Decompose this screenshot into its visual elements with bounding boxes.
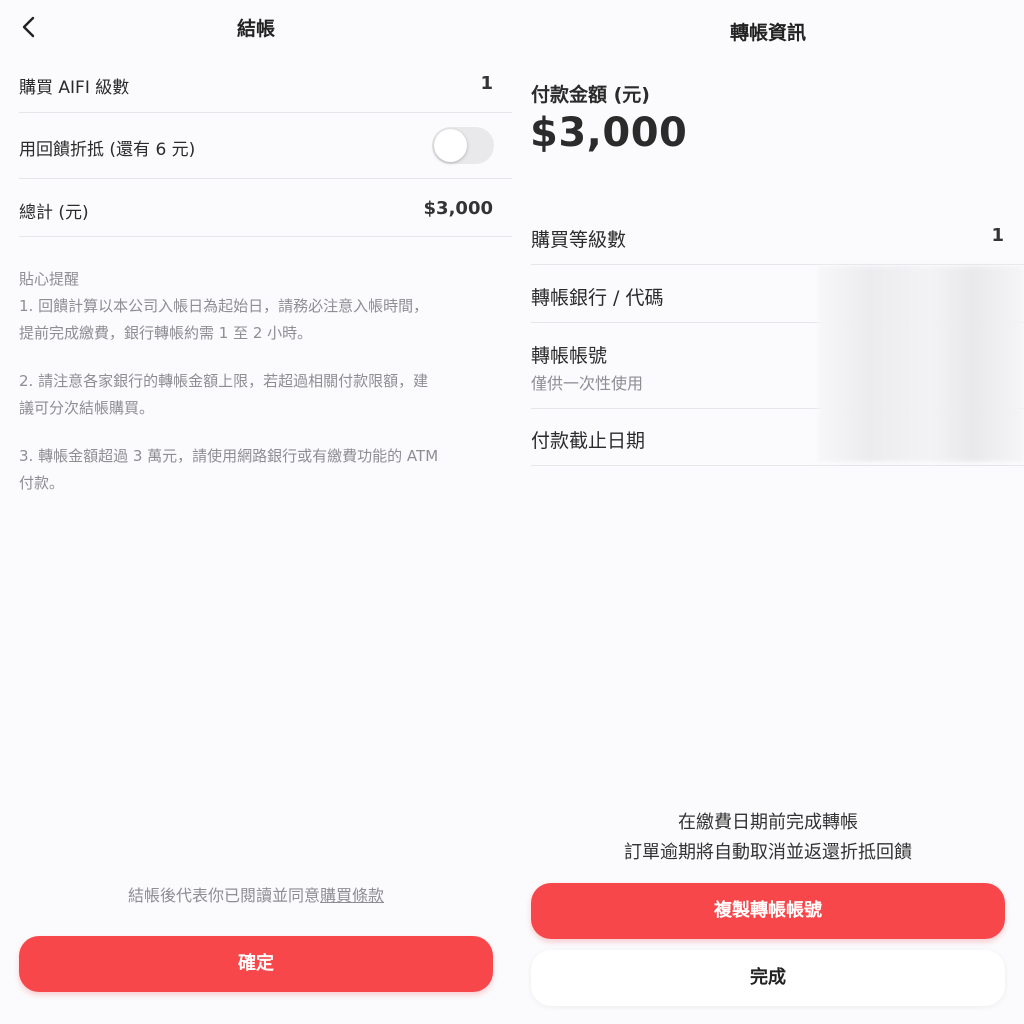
aifi-level-label: 購買 AIFI 級數 — [19, 78, 130, 98]
account-sublabel: 僅供一次性使用 — [531, 374, 644, 393]
terms-prefix: 結帳後代表你已閱讀並同意 — [127, 886, 320, 905]
copy-account-button[interactable]: 複製轉帳帳號 — [531, 883, 1005, 939]
terms-link[interactable]: 購買條款 — [320, 886, 384, 905]
note-item: 2. 請注意各家銀行的轉帳金額上限，若超過相關付款限額，建 議可分次結帳購買。 — [19, 368, 499, 422]
deadline-warning: 在繳費日期前完成轉帳 — [678, 812, 858, 833]
notes-section: 貼心提醒 1. 回饋計算以本公司入帳日為起始日，請務必注意入帳時間， 提前完成繳… — [19, 266, 499, 497]
note-item: 3. 轉帳金額超過 3 萬元，請使用網路銀行或有繳費功能的 ATM 付款。 — [19, 443, 499, 497]
account-label: 轉帳帳號 — [531, 345, 608, 367]
divider — [19, 112, 512, 113]
confirm-button[interactable]: 確定 — [19, 936, 493, 992]
amount-label: 付款金額 (元) — [531, 84, 650, 106]
checkout-panel: 結帳 購買 AIFI 級數 1 用回饋折抵 (還有 6 元) 總計 (元) $3… — [0, 0, 512, 1024]
divider — [531, 465, 1024, 466]
rebate-toggle[interactable] — [432, 127, 494, 164]
page-title: 結帳 — [236, 18, 275, 40]
note-item: 1. 回饋計算以本公司入帳日為起始日，請務必注意入帳時間， 提前完成繳費，銀行轉… — [19, 293, 499, 347]
note-line: 付款。 — [19, 474, 65, 492]
note-line: 2. 請注意各家銀行的轉帳金額上限，若超過相關付款限額，建 — [19, 372, 429, 390]
redacted-values — [818, 266, 1024, 462]
terms-notice: 結帳後代表你已閱讀並同意購買條款 — [0, 882, 512, 906]
transfer-panel: 轉帳資訊 付款金額 (元) $3,000 購買等級數 1 轉帳銀行 / 代碼 轉… — [512, 0, 1024, 1024]
note-line: 1. 回饋計算以本公司入帳日為起始日，請務必注意入帳時間， — [19, 297, 429, 315]
divider — [531, 264, 1024, 265]
level-label: 購買等級數 — [531, 229, 627, 251]
level-value: 1 — [991, 225, 1004, 246]
deadline-label: 付款截止日期 — [531, 430, 646, 452]
done-button[interactable]: 完成 — [531, 950, 1005, 1006]
amount-value: $3,000 — [530, 110, 688, 156]
total-label: 總計 (元) — [19, 203, 89, 223]
toggle-knob — [434, 129, 467, 162]
note-line: 提前完成繳費，銀行轉帳約需 1 至 2 小時。 — [19, 324, 313, 342]
note-line: 議可分次結帳購買。 — [19, 399, 155, 417]
divider — [19, 236, 512, 237]
divider — [19, 178, 512, 179]
cancel-warning: 訂單逾期將自動取消並返還折抵回饋 — [624, 842, 912, 863]
page-title: 轉帳資訊 — [729, 22, 806, 44]
note-line: 3. 轉帳金額超過 3 萬元，請使用網路銀行或有繳費功能的 ATM — [19, 447, 439, 465]
aifi-level-value: 1 — [480, 73, 493, 94]
bank-label: 轉帳銀行 / 代碼 — [531, 287, 664, 309]
notes-heading: 貼心提醒 — [19, 270, 80, 288]
total-value: $3,000 — [423, 198, 493, 219]
rebate-label: 用回饋折抵 (還有 6 元) — [19, 140, 196, 160]
